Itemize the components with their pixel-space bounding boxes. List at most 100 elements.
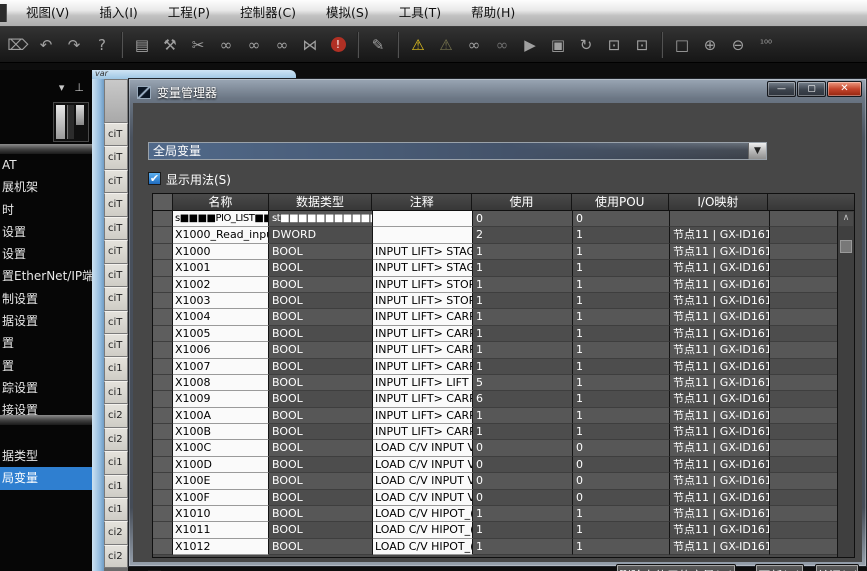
run-mode-icon[interactable]: ▶ <box>516 32 544 58</box>
var-name-cell[interactable]: X1004 <box>173 309 269 325</box>
delete-icon[interactable]: ⌦ <box>4 32 32 58</box>
comment-cell[interactable]: INPUT LIFT> CARR <box>373 309 473 325</box>
var-type-cell[interactable]: BOOL <box>269 342 373 358</box>
sidebar-item[interactable]: 设置 <box>0 221 92 243</box>
fit-view-icon[interactable]: □ <box>668 32 696 58</box>
monitor-icon[interactable]: ∞ <box>460 32 488 58</box>
undo-icon[interactable]: ↶ <box>32 32 60 58</box>
background-grid-cell[interactable]: ci2 <box>104 428 128 451</box>
row-header-cell[interactable] <box>153 440 173 456</box>
var-type-cell[interactable]: BOOL <box>269 424 373 440</box>
comment-cell[interactable]: INPUT LIFT> STAG <box>373 244 473 260</box>
var-name-cell[interactable]: s■■■■PIO_LIST■■■ <box>173 211 269 227</box>
comment-cell[interactable]: INPUT LIFT> CARR <box>373 342 473 358</box>
comment-cell[interactable]: INPUT LIFT> CARR <box>373 359 473 375</box>
row-header-cell[interactable] <box>153 211 173 227</box>
program-transfer-icon[interactable]: ▣ <box>544 32 572 58</box>
var-type-cell[interactable]: BOOL <box>269 244 373 260</box>
comment-cell[interactable]: INPUT LIFT> LIFT ( <box>373 375 473 391</box>
find-icon[interactable]: ⋈ <box>296 32 324 58</box>
comment-cell[interactable] <box>373 211 473 227</box>
var-name-cell[interactable]: X1003 <box>173 293 269 309</box>
background-grid-cell[interactable]: ci1 <box>104 498 128 521</box>
sidebar-item[interactable]: 制设置 <box>0 288 92 310</box>
build-icon[interactable]: ⚒ <box>156 32 184 58</box>
monitor-stop-icon[interactable]: ∞ <box>488 32 516 58</box>
var-name-cell[interactable]: X1009 <box>173 391 269 407</box>
header-cell[interactable]: 使用POU <box>572 194 669 211</box>
dialog-titlebar[interactable]: 变量管理器 <box>131 81 864 103</box>
header-cell[interactable]: 数据类型 <box>269 194 373 211</box>
row-header-cell[interactable] <box>153 326 173 342</box>
background-grid-cell[interactable]: ci2 <box>104 545 128 568</box>
var-name-cell[interactable]: X1005 <box>173 326 269 342</box>
var-name-cell[interactable]: X1006 <box>173 342 269 358</box>
background-grid-cell[interactable]: ci1 <box>104 357 128 380</box>
row-header-cell[interactable] <box>153 342 173 358</box>
var-type-cell[interactable]: BOOL <box>269 293 373 309</box>
var-type-cell[interactable]: st■■■■■■■■■■■ <box>269 211 373 227</box>
var-type-cell[interactable]: BOOL <box>269 391 373 407</box>
comment-cell[interactable]: INPUT LIFT> STOP <box>373 293 473 309</box>
background-grid-cell[interactable]: ciT <box>104 146 128 169</box>
comment-cell[interactable]: INPUT LIFT> STAG <box>373 260 473 276</box>
menu-item[interactable]: 控制器(C) <box>225 0 311 26</box>
var-name-cell[interactable]: X1007 <box>173 359 269 375</box>
error-list-icon[interactable]: ! <box>324 32 352 58</box>
row-header-cell[interactable] <box>153 473 173 489</box>
var-type-cell[interactable]: BOOL <box>269 457 373 473</box>
maximize-button[interactable]: ▢ <box>797 81 826 97</box>
close-button[interactable]: ✕ <box>827 81 862 97</box>
background-grid-cell[interactable]: ci2 <box>104 404 128 427</box>
pin-icon[interactable]: ⊥ <box>74 81 84 94</box>
row-header-cell[interactable] <box>153 408 173 424</box>
sidebar-item[interactable]: 设置 <box>0 243 92 265</box>
var-type-cell[interactable]: BOOL <box>269 326 373 342</box>
header-cell[interactable]: 名称 <box>173 194 269 211</box>
background-grid-cell[interactable]: ci2 <box>104 521 128 544</box>
background-grid-cell[interactable]: ci1 <box>104 381 128 404</box>
row-header-cell[interactable] <box>153 309 173 325</box>
background-grid-cell[interactable]: ciT <box>104 123 128 146</box>
watch-table-icon[interactable]: ∞ <box>240 32 268 58</box>
var-type-cell[interactable]: BOOL <box>269 277 373 293</box>
background-grid-cell[interactable]: ciT <box>104 217 128 240</box>
var-name-cell[interactable]: X1000 <box>173 244 269 260</box>
row-header-cell[interactable] <box>153 293 173 309</box>
row-header-cell[interactable] <box>153 227 173 243</box>
variable-scope-dropdown[interactable]: 全局变量 ▼ <box>148 142 767 160</box>
background-grid-cell[interactable]: ciT <box>104 193 128 216</box>
background-grid-cell[interactable]: ciT <box>104 240 128 263</box>
background-grid-cell[interactable]: ciT <box>104 311 128 334</box>
menu-item[interactable]: 视图(V) <box>11 0 84 26</box>
sidebar-item[interactable]: 置 <box>0 355 92 377</box>
background-grid-cell[interactable]: ciT <box>104 287 128 310</box>
var-name-cell[interactable]: X1008 <box>173 375 269 391</box>
row-header-cell[interactable] <box>153 391 173 407</box>
background-grid-cell[interactable]: ci1 <box>104 475 128 498</box>
zoom-out-icon[interactable]: ⊖ <box>724 32 752 58</box>
var-name-cell[interactable]: X100C <box>173 440 269 456</box>
menu-item[interactable]: 模拟(S) <box>311 0 384 26</box>
sidebar-item[interactable]: 据设置 <box>0 310 92 332</box>
row-header-cell[interactable] <box>153 522 173 538</box>
minimize-button[interactable]: — <box>767 81 796 97</box>
var-name-cell[interactable]: X100F <box>173 490 269 506</box>
sidebar-item[interactable]: 据类型 <box>0 445 92 467</box>
sidebar-item-selected[interactable]: 局变量 <box>0 467 92 489</box>
comment-cell[interactable]: INPUT LIFT> CARR <box>373 408 473 424</box>
var-type-cell[interactable]: BOOL <box>269 522 373 538</box>
zoom-in-icon[interactable]: ⊕ <box>696 32 724 58</box>
row-header-cell[interactable] <box>153 375 173 391</box>
var-type-cell[interactable]: DWORD <box>269 227 373 243</box>
edit-variable-icon[interactable]: ✎ <box>364 32 392 58</box>
var-name-cell[interactable]: X100E <box>173 473 269 489</box>
menu-item[interactable]: 插入(I) <box>84 0 152 26</box>
row-header-cell[interactable] <box>153 260 173 276</box>
var-type-cell[interactable]: BOOL <box>269 539 373 555</box>
comment-cell[interactable]: INPUT LIFT> CARR <box>373 326 473 342</box>
header-cell[interactable]: 注释 <box>372 194 472 211</box>
redo-icon[interactable]: ↷ <box>60 32 88 58</box>
cut-rung-icon[interactable]: ✂ <box>184 32 212 58</box>
var-type-cell[interactable]: BOOL <box>269 260 373 276</box>
